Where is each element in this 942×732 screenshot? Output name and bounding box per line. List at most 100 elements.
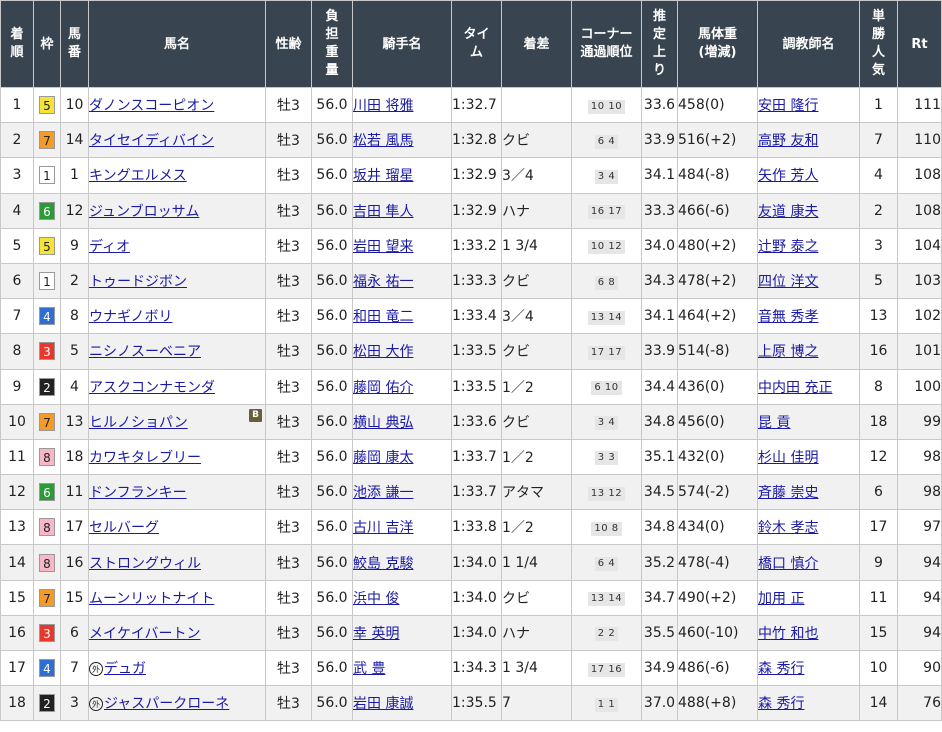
jockey-name-link[interactable]: 池添 謙一 — [354, 485, 414, 501]
trainer-name-link[interactable]: 橋口 慎介 — [759, 556, 819, 572]
horse-name-link[interactable]: ダノンスコーピオン — [90, 98, 215, 114]
horse-name-link[interactable]: メイケイバートン — [90, 626, 201, 642]
weight-cell: 56.0 — [311, 403, 353, 440]
time-cell: 1:33.7 — [451, 474, 502, 511]
table-row: 11 8 18 カワキタレブリー 牡3 56.0 藤岡 康太 1:33.7 1／… — [0, 438, 942, 476]
jockey-name-link[interactable]: 岩田 康誠 — [354, 696, 414, 712]
popularity-cell: 14 — [859, 685, 898, 722]
popularity-cell: 18 — [859, 403, 898, 440]
sexage-cell: 牡3 — [265, 579, 312, 616]
jockey-name-link[interactable]: 古川 吉洋 — [354, 520, 414, 536]
last3f-cell: 34.1 — [641, 298, 678, 335]
trainer-name-link[interactable]: 森 秀行 — [759, 696, 805, 712]
trainer-name-link[interactable]: 音無 秀孝 — [759, 309, 819, 325]
trainer-name-link[interactable]: 高野 友和 — [759, 133, 819, 149]
jockey-name-link[interactable]: 横山 典弘 — [354, 415, 414, 431]
horse-name-link[interactable]: デュガ — [104, 661, 146, 677]
horse-name-link[interactable]: キングエルメス — [90, 168, 187, 184]
corner-cell: 3 4 — [571, 403, 642, 440]
jockey-name-link[interactable]: 和田 竜二 — [354, 309, 414, 325]
horse-name-link[interactable]: ジャスパークローネ — [104, 696, 229, 712]
trainer-name-link[interactable]: 友道 康夫 — [759, 204, 819, 220]
horse-name-link[interactable]: ドンフランキー — [90, 485, 187, 501]
horse-name-link[interactable]: ウナギノボリ — [90, 309, 173, 325]
margin-cell: クビ — [501, 333, 572, 370]
sexage-cell: 牡3 — [265, 368, 312, 405]
jockey-name-link[interactable]: 藤岡 康太 — [354, 450, 414, 466]
last3f-cell: 33.9 — [641, 333, 678, 370]
jockey-cell: 松田 大作 — [352, 333, 452, 370]
jockey-name-link[interactable]: 松田 大作 — [354, 344, 414, 360]
horse-name-link[interactable]: セルバーグ — [90, 520, 160, 536]
table-row: 12 6 11 ドンフランキー 牡3 56.0 池添 謙一 1:33.7 アタマ… — [0, 474, 942, 511]
jockey-name-link[interactable]: 浜中 俊 — [354, 591, 400, 607]
jockey-name-link[interactable]: 岩田 望来 — [354, 239, 414, 255]
trainer-name-link[interactable]: 昆 貢 — [759, 415, 791, 431]
trainer-name-link[interactable]: 斉藤 崇史 — [759, 485, 819, 501]
rating-cell: 101 — [897, 333, 942, 370]
jockey-cell: 松若 風馬 — [352, 122, 452, 159]
jockey-name-link[interactable]: 吉田 隼人 — [354, 204, 414, 220]
jockey-name-link[interactable]: 坂井 瑠星 — [354, 168, 414, 184]
trainer-name-link[interactable]: 中内田 充正 — [759, 380, 833, 396]
corner-cell: 2 2 — [571, 614, 642, 652]
margin-cell: クビ — [501, 403, 572, 440]
corner-cell: 10 12 — [571, 227, 642, 264]
weight-cell: 56.0 — [311, 86, 353, 124]
horse-name-link[interactable]: ムーンリットナイト — [90, 591, 215, 607]
horse-cell: ドンフランキー — [88, 474, 266, 511]
horse-name-link[interactable]: ジュンブロッサム — [90, 204, 200, 220]
jockey-name-link[interactable]: 川田 将雅 — [354, 98, 414, 114]
header-sexage: 性齢 — [265, 0, 312, 88]
body-weight-cell: 490(+2) — [677, 579, 758, 616]
horse-name-link[interactable]: ニシノスーベニア — [90, 344, 202, 360]
last3f-cell: 33.3 — [641, 192, 678, 229]
horse-name-link[interactable]: ディオ — [90, 239, 131, 255]
jockey-name-link[interactable]: 武 豊 — [354, 661, 386, 677]
rating-cell: 110 — [897, 122, 942, 159]
corner-order: 6 4 — [594, 134, 619, 149]
jockey-name-link[interactable]: 福永 祐一 — [354, 274, 414, 290]
waku-cell: 8 — [33, 544, 61, 581]
rating-cell: 90 — [897, 649, 942, 687]
waku-badge: 8 — [39, 553, 55, 572]
horse-cell: ヒルノショパン B — [88, 403, 266, 440]
horse-name-link[interactable]: カワキタレブリー — [90, 450, 202, 466]
trainer-name-link[interactable]: 森 秀行 — [759, 661, 805, 677]
trainer-name-link[interactable]: 四位 洋文 — [759, 274, 819, 290]
trainer-name-link[interactable]: 矢作 芳人 — [759, 168, 819, 184]
trainer-name-link[interactable]: 辻野 泰之 — [759, 239, 819, 255]
rank-cell: 5 — [0, 227, 34, 264]
corner-order: 17 17 — [587, 345, 626, 360]
header-row: 着順 枠 馬番 馬名 性齢 負担重量 騎手名 タイム 着差 コーナー 通過順位 推… — [0, 0, 942, 88]
waku-cell: 3 — [33, 333, 61, 370]
time-cell: 1:33.7 — [451, 438, 502, 476]
table-row: 5 5 9 ディオ 牡3 56.0 岩田 望来 1:33.2 1 3/4 10 … — [0, 227, 942, 264]
horse-cell: ジュンブロッサム — [88, 192, 266, 229]
jockey-cell: 鮫島 克駿 — [352, 544, 452, 581]
horse-name-link[interactable]: タイセイディバイン — [90, 133, 215, 149]
horse-name-link[interactable]: トゥードジボン — [90, 274, 188, 290]
trainer-name-link[interactable]: 安田 隆行 — [759, 98, 819, 114]
jockey-name-link[interactable]: 幸 英明 — [354, 626, 400, 642]
time-cell: 1:34.0 — [451, 579, 502, 616]
corner-order: 13 14 — [587, 310, 626, 325]
jockey-name-link[interactable]: 松若 風馬 — [354, 133, 414, 149]
trainer-name-link[interactable]: 鈴木 孝志 — [759, 520, 819, 536]
horse-name-link[interactable]: ヒルノショパン — [90, 415, 188, 431]
trainer-name-link[interactable]: 上原 博之 — [759, 344, 819, 360]
corner-order: 10 10 — [587, 99, 626, 114]
trainer-name-link[interactable]: 中竹 和也 — [759, 626, 819, 642]
horse-name-link[interactable]: アスクコンナモンダ — [90, 380, 216, 396]
rating-cell: 99 — [897, 403, 942, 440]
waku-badge: 8 — [39, 447, 55, 466]
trainer-name-link[interactable]: 杉山 佳明 — [759, 450, 819, 466]
trainer-name-link[interactable]: 加用 正 — [759, 591, 805, 607]
jockey-cell: 藤岡 佑介 — [352, 368, 452, 405]
horse-name-link[interactable]: ストロングウィル — [90, 556, 202, 572]
horse-cell: ストロングウィル — [88, 544, 266, 581]
jockey-name-link[interactable]: 鮫島 克駿 — [354, 556, 414, 572]
waku-cell: 5 — [33, 86, 61, 124]
corner-cell: 3 4 — [571, 157, 642, 194]
jockey-name-link[interactable]: 藤岡 佑介 — [354, 380, 414, 396]
